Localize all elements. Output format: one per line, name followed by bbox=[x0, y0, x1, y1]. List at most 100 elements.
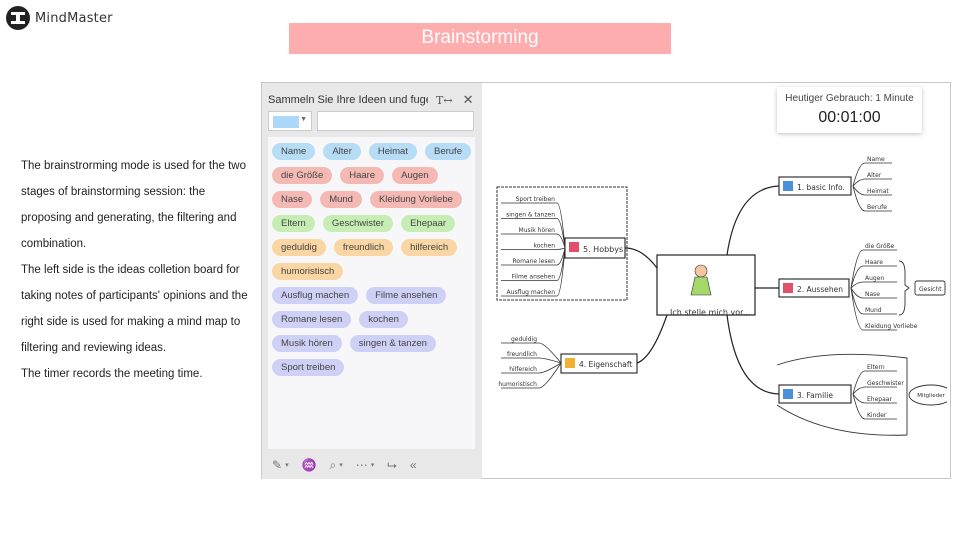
hobbys-icon bbox=[569, 242, 579, 252]
eigenschaft-topic-label[interactable]: 4. Eigenschaft bbox=[579, 360, 632, 369]
familie-child-label[interactable]: Ehepaar bbox=[867, 396, 892, 403]
ideas-board: Name Alter Heimat Berufe die Größe Haare Augen… bbox=[268, 137, 475, 449]
eigenschaft-child-label[interactable]: geduldig bbox=[511, 336, 537, 343]
idea-chip[interactable]: kochen bbox=[359, 311, 408, 328]
idea-chip[interactable]: freundlich bbox=[333, 239, 394, 256]
idea-chip[interactable]: Ausflug machen bbox=[272, 287, 359, 304]
familie-child-label[interactable]: Kinder bbox=[867, 412, 887, 419]
idea-chip[interactable]: geduldig bbox=[272, 239, 326, 256]
hobbys-child-label[interactable]: Sport treiben bbox=[516, 196, 556, 203]
mind-map-canvas[interactable]: Ich stelle mich vor... 5. Hobbys Sport tre… bbox=[487, 143, 947, 473]
gesicht-summary-label[interactable]: Gesicht bbox=[919, 286, 942, 293]
aussehen-child-label[interactable]: Augen bbox=[865, 275, 884, 282]
idea-chip[interactable]: Alter bbox=[323, 143, 361, 160]
description-line: The timer records the meeting time. bbox=[21, 368, 203, 380]
idea-chip[interactable]: Berufe bbox=[424, 143, 471, 160]
idea-chip[interactable]: Musik hören bbox=[272, 335, 342, 352]
basic-child-label[interactable]: Name bbox=[867, 156, 885, 163]
ideas-panel-title: Sammeln Sie Ihre Ideen und fuge... bbox=[268, 94, 428, 106]
familie-child-label[interactable]: Geschwister bbox=[867, 380, 904, 387]
timer-value: 00:01:00 bbox=[818, 109, 881, 126]
app-logo: MindMaster bbox=[6, 6, 113, 30]
hobbys-topic-label[interactable]: 5. Hobbys bbox=[583, 245, 623, 254]
connector-hobbys bbox=[624, 247, 658, 269]
eigenschaft-child-label[interactable]: humoristisch bbox=[498, 381, 537, 388]
idea-chip[interactable]: humoristisch bbox=[272, 263, 344, 280]
more-dropdown-icon[interactable]: ▾ bbox=[371, 461, 375, 469]
search-dropdown-icon[interactable]: ▾ bbox=[339, 461, 343, 469]
search-icon[interactable]: ⌕ bbox=[330, 458, 337, 473]
idea-chip[interactable]: Romane lesen bbox=[272, 311, 352, 328]
description-line: The left side is the ideas colletion boa… bbox=[21, 264, 240, 276]
idea-chip[interactable]: Heimat bbox=[368, 143, 417, 160]
aussehen-child-label[interactable]: Kleidung Vorliebe bbox=[865, 323, 918, 330]
idea-chip[interactable]: Filme ansehen bbox=[366, 287, 447, 304]
eigenschaft-child-label[interactable]: freundlich bbox=[507, 351, 537, 358]
collapse-panel-icon[interactable]: « bbox=[410, 458, 417, 472]
close-icon[interactable]: ✕ bbox=[463, 92, 474, 108]
basic-topic-label[interactable]: 1. basic Info. bbox=[797, 183, 845, 192]
idea-chip[interactable]: Eltern bbox=[272, 215, 315, 232]
aussehen-child-label[interactable]: Nase bbox=[865, 291, 880, 298]
meeting-timer: Heutiger Gebrauch: 1 Minute 00:01:00 bbox=[777, 87, 922, 133]
hobbys-child-label[interactable]: kochen bbox=[533, 243, 555, 250]
aussehen-child-label[interactable]: Haare bbox=[865, 259, 883, 266]
export-icon[interactable]: ⮡ bbox=[387, 458, 397, 473]
eigenschaft-icon bbox=[565, 358, 575, 368]
idea-chip-row: Name Alter Heimat Berufe bbox=[272, 143, 471, 160]
description-line: The brainstrorming mode is used for the … bbox=[21, 160, 246, 172]
basic-child-connector bbox=[852, 178, 892, 187]
pen-icon[interactable]: ✎ bbox=[272, 458, 282, 472]
idea-chip[interactable]: die Größe bbox=[272, 167, 333, 184]
idea-chip[interactable]: Ehepaar bbox=[401, 215, 456, 232]
idea-chip[interactable]: Geschwister bbox=[322, 215, 394, 232]
aussehen-child-label[interactable]: die Größe bbox=[865, 243, 895, 250]
idea-chip[interactable]: hilfereich bbox=[401, 239, 458, 256]
chevron-down-icon: ▼ bbox=[300, 116, 307, 123]
basic-child-label[interactable]: Berufe bbox=[867, 204, 887, 211]
idea-chip[interactable]: Sport treiben bbox=[272, 359, 345, 376]
idea-chip[interactable]: Haare bbox=[340, 167, 385, 184]
aussehen-topic-label[interactable]: 2. Aussehen bbox=[797, 285, 843, 294]
hobbys-child-label[interactable]: singen & tanzen bbox=[506, 212, 555, 219]
connector-basic bbox=[726, 185, 780, 256]
aussehen-child-connector bbox=[850, 281, 897, 289]
ideas-panel: Sammeln Sie Ihre Ideen und fuge... T↔ ✕ … bbox=[262, 83, 482, 479]
eigenschaft-child-connector bbox=[501, 357, 562, 364]
familie-icon bbox=[783, 389, 793, 399]
idea-input[interactable] bbox=[317, 111, 474, 131]
central-topic-label[interactable]: Ich stelle mich vor... bbox=[670, 308, 750, 317]
hobbys-child-label[interactable]: Ausflug machen bbox=[507, 289, 556, 296]
more-icon[interactable]: ⋯ bbox=[356, 458, 368, 472]
idea-chip[interactable]: Nase bbox=[272, 191, 313, 208]
idea-chip-row: Nase Mund Kleidung Vorliebe bbox=[272, 191, 471, 208]
idea-chip[interactable]: Kleidung Vorliebe bbox=[369, 191, 462, 208]
girl-illustration-head bbox=[694, 264, 708, 278]
description-line: combination. bbox=[21, 238, 87, 250]
hobbys-child-label[interactable]: Romane lesen bbox=[513, 258, 556, 265]
connector-familie bbox=[726, 314, 780, 395]
ideas-panel-header: Sammeln Sie Ihre Ideen und fuge... T↔ ✕ bbox=[268, 91, 478, 109]
pen-dropdown-icon[interactable]: ▾ bbox=[285, 461, 289, 469]
color-swatch bbox=[273, 116, 299, 128]
idea-chip-row: Romane lesen kochen bbox=[272, 311, 471, 328]
color-picker-dropdown[interactable]: ▼ bbox=[268, 111, 312, 131]
basic-child-label[interactable]: Heimat bbox=[867, 188, 889, 195]
idea-chip[interactable]: Mund bbox=[320, 191, 362, 208]
idea-chip[interactable]: singen & tanzen bbox=[349, 335, 436, 352]
font-size-icon[interactable]: T↔ bbox=[436, 94, 453, 107]
basic-child-label[interactable]: Alter bbox=[867, 172, 882, 179]
hobbys-child-label[interactable]: Musik hören bbox=[519, 227, 556, 234]
lightbulb-icon[interactable]: ♒ bbox=[302, 458, 317, 472]
idea-chip[interactable]: Augen bbox=[392, 167, 438, 184]
hobbys-child-connector bbox=[501, 202, 566, 249]
idea-chip-row: Musik hören singen & tanzen bbox=[272, 335, 471, 352]
aussehen-child-label[interactable]: Mund bbox=[865, 307, 882, 314]
idea-chip[interactable]: Name bbox=[272, 143, 316, 160]
familie-child-label[interactable]: Eltern bbox=[867, 364, 885, 371]
idea-chip-row: Sport treiben bbox=[272, 359, 471, 376]
familie-topic-label[interactable]: 3. Familie bbox=[797, 391, 833, 400]
mitglieder-callout-label[interactable]: Mitglieder bbox=[917, 393, 945, 399]
hobbys-child-label[interactable]: Filme ansehen bbox=[512, 274, 556, 281]
eigenschaft-child-label[interactable]: hilfereich bbox=[509, 366, 537, 373]
